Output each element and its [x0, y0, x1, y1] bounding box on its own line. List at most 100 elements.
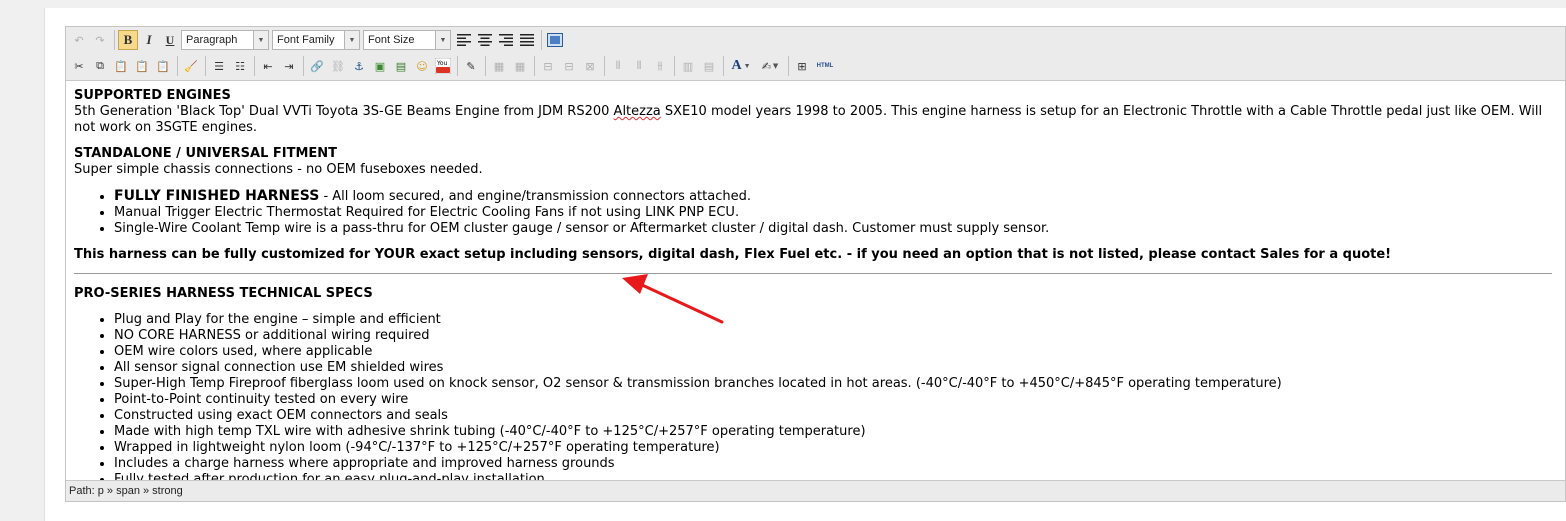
toolbar-separator: [303, 56, 304, 76]
chevron-down-icon: ▼: [435, 31, 450, 49]
delete-col-icon[interactable]: ⫵: [650, 56, 670, 76]
table-icon[interactable]: ▦: [489, 56, 509, 76]
anchor-icon[interactable]: ⚓: [349, 56, 369, 76]
toolbar-row-2: ✂ ⧉ 📋 📋 📋 🧹 ☰ ☷ ⇤ ⇥ 🔗 ⛓ ⚓ ▣ ▤ ☺ You ✎ ▦ …: [69, 55, 838, 77]
heading-standalone-fitment: STANDALONE / UNIVERSAL FITMENT: [74, 146, 338, 161]
table-props-icon[interactable]: ▦: [510, 56, 530, 76]
paragraph-chassis: Super simple chassis connections - no OE…: [74, 162, 483, 177]
unlink-icon[interactable]: ⛓: [328, 56, 348, 76]
list-item: Plug and Play for the engine – simple an…: [114, 312, 1554, 328]
horizontal-rule: [74, 273, 1552, 274]
link-icon[interactable]: 🔗: [307, 56, 327, 76]
feature-list: FULLY FINISHED HARNESS - All loom secure…: [74, 188, 1554, 237]
list-item: Made with high temp TXL wire with adhesi…: [114, 424, 1554, 440]
list-item: Constructed using exact OEM connectors a…: [114, 408, 1554, 424]
arrow-head: [622, 274, 648, 294]
paste-text-icon[interactable]: 📋: [132, 56, 152, 76]
indent-icon[interactable]: ⇥: [279, 56, 299, 76]
italic-button[interactable]: I: [139, 30, 159, 50]
align-left-icon[interactable]: [454, 30, 474, 50]
editor-toolbar: ↶ ↷ B I U Paragraph ▼ Font Family ▼ Font…: [66, 27, 1565, 81]
list-item-text: Manual Trigger Electric Thermostat Requi…: [114, 205, 740, 220]
numbered-list-icon[interactable]: ☷: [230, 56, 250, 76]
delete-row-icon[interactable]: ⊠: [580, 56, 600, 76]
youtube-icon[interactable]: You: [433, 56, 453, 76]
red-arrow-annotation: [622, 274, 724, 324]
list-item: Single-Wire Coolant Temp wire is a pass-…: [114, 221, 1554, 237]
toolbar-separator: [604, 56, 605, 76]
toolbar-separator: [254, 56, 255, 76]
list-item: Super-High Temp Fireproof fiberglass loo…: [114, 376, 1554, 392]
font-size-select-value: Font Size: [368, 34, 415, 46]
col-after-icon[interactable]: ⫴: [629, 56, 649, 76]
toolbar-separator: [723, 56, 724, 76]
paste-word-icon[interactable]: 📋: [153, 56, 173, 76]
undo-icon[interactable]: ↶: [69, 30, 89, 50]
specs-list: Plug and Play for the engine – simple an…: [74, 312, 1554, 480]
fullscreen-icon[interactable]: [545, 30, 565, 50]
heading-supported-engines: SUPPORTED ENGINES: [74, 88, 231, 103]
font-size-select[interactable]: Font Size ▼: [363, 30, 451, 50]
status-path-bar: Path: p » span » strong: [66, 480, 1565, 501]
svg-text:You: You: [436, 60, 448, 67]
list-item: NO CORE HARNESS or additional wiring req…: [114, 328, 1554, 344]
redo-icon[interactable]: ↷: [90, 30, 110, 50]
list-item: FULLY FINISHED HARNESS - All loom secure…: [114, 188, 1554, 205]
underline-button[interactable]: U: [160, 30, 180, 50]
list-item: Fully tested after production for an eas…: [114, 472, 1554, 480]
list-item: Manual Trigger Electric Thermostat Requi…: [114, 205, 1554, 221]
list-item-text: - All loom secured, and engine/transmiss…: [319, 189, 751, 204]
align-right-icon[interactable]: [496, 30, 516, 50]
edit-code-icon[interactable]: ✎: [461, 56, 481, 76]
paste-icon[interactable]: 📋: [111, 56, 131, 76]
copy-icon[interactable]: ⧉: [90, 56, 110, 76]
outdent-icon[interactable]: ⇤: [258, 56, 278, 76]
list-item: OEM wire colors used, where applicable: [114, 344, 1554, 360]
align-center-icon[interactable]: [475, 30, 495, 50]
toolbar-separator: [485, 56, 486, 76]
paragraph-engine-description: 5th Generation 'Black Top' Dual VVTi Toy…: [74, 104, 1554, 136]
list-item: Point-to-Point continuity tested on ever…: [114, 392, 1554, 408]
editor-content[interactable]: SUPPORTED ENGINES 5th Generation 'Black …: [74, 88, 1554, 480]
emoticon-icon[interactable]: ☺: [412, 56, 432, 76]
align-justify-icon[interactable]: [517, 30, 537, 50]
list-item: Wrapped in lightweight nylon loom (-94°C…: [114, 440, 1554, 456]
html-source-button[interactable]: HTML: [813, 56, 837, 76]
bullet-list-icon[interactable]: ☰: [209, 56, 229, 76]
list-item: Includes a charge harness where appropri…: [114, 456, 1554, 472]
bold-button[interactable]: B: [118, 30, 138, 50]
paragraph-text: 5th Generation 'Black Top' Dual VVTi Toy…: [74, 104, 614, 119]
toolbar-separator: [177, 56, 178, 76]
arrow-shaft: [638, 282, 724, 324]
toolbar-separator: [534, 56, 535, 76]
clean-format-icon[interactable]: 🧹: [181, 56, 201, 76]
image-icon[interactable]: ▣: [370, 56, 390, 76]
row-after-icon[interactable]: ⊟: [559, 56, 579, 76]
list-item-text: Single-Wire Coolant Temp wire is a pass-…: [114, 221, 1050, 236]
list-item-strong: FULLY FINISHED HARNESS: [114, 188, 320, 204]
heading-tech-specs: PRO-SERIES HARNESS TECHNICAL SPECS: [74, 286, 373, 301]
cut-icon[interactable]: ✂: [69, 56, 89, 76]
highlight-color-icon[interactable]: ✍ ▼: [756, 56, 784, 76]
toolbar-separator: [541, 30, 542, 50]
col-before-icon[interactable]: ⫴: [608, 56, 628, 76]
toolbar-separator: [114, 30, 115, 50]
text-color-icon[interactable]: A ▼: [727, 56, 755, 76]
chevron-down-icon: ▼: [253, 31, 268, 49]
spellcheck-word[interactable]: Altezza: [614, 104, 661, 119]
page-break-icon[interactable]: ⊞: [792, 56, 812, 76]
split-cells-icon[interactable]: ▥: [678, 56, 698, 76]
toolbar-separator: [205, 56, 206, 76]
format-select-value: Paragraph: [186, 34, 238, 46]
customization-callout: This harness can be fully customized for…: [74, 247, 1392, 262]
rich-text-editor: ↶ ↷ B I U Paragraph ▼ Font Family ▼ Font…: [65, 26, 1566, 502]
font-family-select-value: Font Family: [277, 34, 335, 46]
toolbar-separator: [457, 56, 458, 76]
media-icon[interactable]: ▤: [391, 56, 411, 76]
format-select[interactable]: Paragraph ▼: [181, 30, 269, 50]
font-family-select[interactable]: Font Family ▼: [272, 30, 360, 50]
row-before-icon[interactable]: ⊟: [538, 56, 558, 76]
chevron-down-icon: ▼: [344, 31, 359, 49]
merge-cells-icon[interactable]: ▤: [699, 56, 719, 76]
element-path: Path: p » span » strong: [69, 485, 183, 497]
